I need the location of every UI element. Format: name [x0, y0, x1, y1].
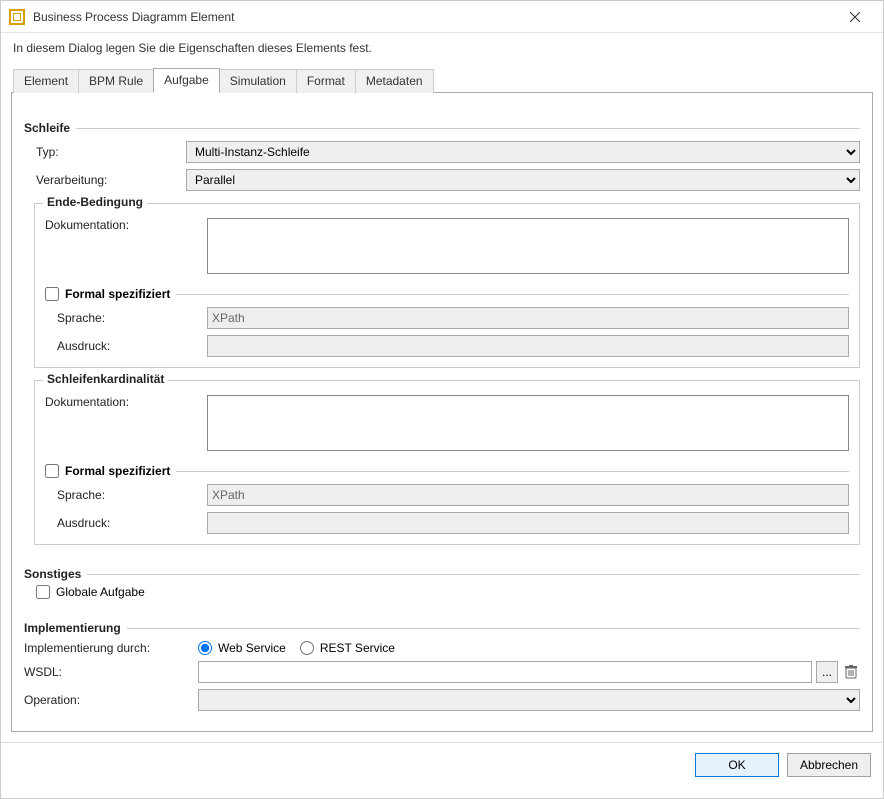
kardinal-doku-textarea[interactable] [207, 395, 849, 451]
operation-label: Operation: [24, 693, 198, 707]
dialog-description: In diesem Dialog legen Sie die Eigenscha… [1, 33, 883, 65]
schleife-legend: Schleife [24, 121, 70, 135]
wsdl-delete-button[interactable] [842, 663, 860, 681]
window-title: Business Process Diagramm Element [33, 10, 835, 24]
wsdl-input[interactable] [198, 661, 812, 683]
radio-web-label[interactable]: Web Service [198, 641, 286, 655]
globale-checkbox[interactable] [36, 585, 50, 599]
kardinal-formal-checkbox[interactable] [45, 464, 59, 478]
kardinal-doku-label: Dokumentation: [45, 395, 207, 409]
tab-simulation[interactable]: Simulation [219, 69, 297, 93]
radio-rest-label[interactable]: REST Service [300, 641, 395, 655]
ende-ausdruck-input[interactable] [207, 335, 849, 357]
tab-bpm-rule[interactable]: BPM Rule [78, 69, 154, 93]
kardinal-ausdruck-input[interactable] [207, 512, 849, 534]
trash-icon [845, 665, 857, 679]
ende-ausdruck-label: Ausdruck: [45, 339, 207, 353]
tabs: Element BPM Rule Aufgabe Simulation Form… [11, 67, 873, 93]
kardinal-legend: Schleifenkardinalität [43, 372, 168, 386]
tab-element[interactable]: Element [13, 69, 79, 93]
implementierung-legend: Implementierung [24, 621, 121, 635]
cancel-button[interactable]: Abbrechen [787, 753, 871, 777]
typ-select[interactable]: Multi-Instanz-Schleife [186, 141, 860, 163]
tab-aufgabe[interactable]: Aufgabe [153, 68, 220, 93]
kardinal-sprache-input[interactable] [207, 484, 849, 506]
impl-durch-label: Implementierung durch: [24, 641, 198, 655]
typ-label: Typ: [24, 145, 186, 159]
operation-select[interactable] [198, 689, 860, 711]
divider [76, 128, 860, 129]
ende-doku-label: Dokumentation: [45, 218, 207, 232]
kardinal-ausdruck-label: Ausdruck: [45, 516, 207, 530]
wsdl-browse-button[interactable]: ... [816, 661, 838, 683]
group-schleife: Schleife Typ: Multi-Instanz-Schleife Ver… [24, 115, 860, 549]
verarbeitung-select[interactable]: Parallel [186, 169, 860, 191]
ende-sprache-label: Sprache: [45, 311, 207, 325]
wsdl-label: WSDL: [24, 665, 198, 679]
titlebar: Business Process Diagramm Element [1, 1, 883, 33]
verarbeitung-label: Verarbeitung: [24, 173, 186, 187]
divider [176, 471, 849, 472]
divider [127, 628, 860, 629]
group-ende-bedingung: Ende-Bedingung Dokumentation: Formal spe… [34, 203, 860, 368]
group-implementierung: Implementierung Implementierung durch: W… [24, 615, 860, 715]
divider [176, 294, 849, 295]
ende-doku-textarea[interactable] [207, 218, 849, 274]
globale-checkbox-label[interactable]: Globale Aufgabe [24, 585, 145, 599]
radio-web[interactable] [198, 641, 212, 655]
dialog-footer: OK Abbrechen [1, 742, 883, 789]
radio-rest[interactable] [300, 641, 314, 655]
ellipsis-icon: ... [822, 665, 832, 679]
kardinal-formal-checkbox-label[interactable]: Formal spezifiziert [45, 464, 170, 478]
ende-legend: Ende-Bedingung [43, 195, 147, 209]
tab-body: Schleife Typ: Multi-Instanz-Schleife Ver… [11, 93, 873, 732]
ende-sprache-input[interactable] [207, 307, 849, 329]
app-icon [9, 9, 25, 25]
kardinal-sprache-label: Sprache: [45, 488, 207, 502]
group-sonstiges: Sonstiges Globale Aufgabe [24, 561, 860, 603]
group-kardinal: Schleifenkardinalität Dokumentation: For… [34, 380, 860, 545]
divider [87, 574, 860, 575]
ende-formal-checkbox-label[interactable]: Formal spezifiziert [45, 287, 170, 301]
tab-format[interactable]: Format [296, 69, 356, 93]
close-button[interactable] [835, 1, 875, 33]
ok-button[interactable]: OK [695, 753, 779, 777]
ende-formal-checkbox[interactable] [45, 287, 59, 301]
tab-metadaten[interactable]: Metadaten [355, 69, 434, 93]
sonstiges-legend: Sonstiges [24, 567, 81, 581]
close-icon [850, 12, 860, 22]
